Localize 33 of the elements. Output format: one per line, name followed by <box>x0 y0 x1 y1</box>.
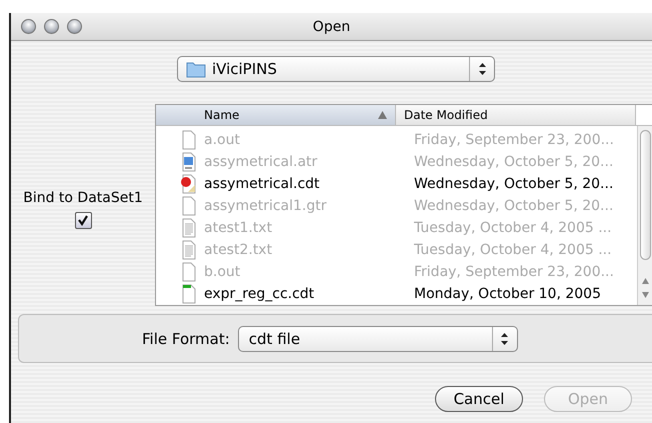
window-title: Open <box>312 18 350 34</box>
bind-checkbox[interactable] <box>74 212 92 228</box>
sort-arrow-icon <box>378 111 387 119</box>
file-date: Wednesday, October 5, 20... <box>413 176 614 192</box>
file-date: Tuesday, October 4, 2005 ... <box>413 220 612 236</box>
format-label: File Format: <box>142 330 230 348</box>
folder-popup[interactable]: iViciPINS <box>177 56 495 82</box>
zoom-icon[interactable] <box>67 19 82 34</box>
file-icon <box>181 218 197 238</box>
file-icon <box>181 262 197 282</box>
file-date: Friday, September 23, 200... <box>413 264 614 280</box>
bind-label: Bind to DataSet1 <box>23 190 143 206</box>
scroll-thumb[interactable] <box>640 130 650 260</box>
folder-icon <box>186 60 206 78</box>
file-date: Wednesday, October 5, 20... <box>413 154 614 170</box>
file-date: Wednesday, October 5, 20... <box>413 198 614 214</box>
close-icon[interactable] <box>21 19 36 34</box>
column-header[interactable]: Name <box>156 105 396 125</box>
file-icon <box>181 240 197 260</box>
file-name[interactable]: expr_reg_cc.cdt <box>204 286 314 302</box>
file-icon <box>181 174 197 194</box>
scrollbar[interactable] <box>637 126 652 305</box>
file-date: Friday, September 23, 200... <box>413 132 614 148</box>
file-icon <box>181 196 197 216</box>
minimize-icon[interactable] <box>44 19 59 34</box>
file-date: Tuesday, October 4, 2005 ... <box>413 242 612 258</box>
format-popup[interactable]: cdt file <box>238 326 518 352</box>
column-header[interactable]: Date Modified <box>396 105 636 125</box>
file-name[interactable]: assymetrical.cdt <box>204 176 320 192</box>
file-date: Monday, October 10, 2005 <box>413 286 601 302</box>
file-icon <box>181 130 197 150</box>
file-icon <box>181 152 197 172</box>
cancel-button[interactable]: Cancel <box>435 386 523 412</box>
